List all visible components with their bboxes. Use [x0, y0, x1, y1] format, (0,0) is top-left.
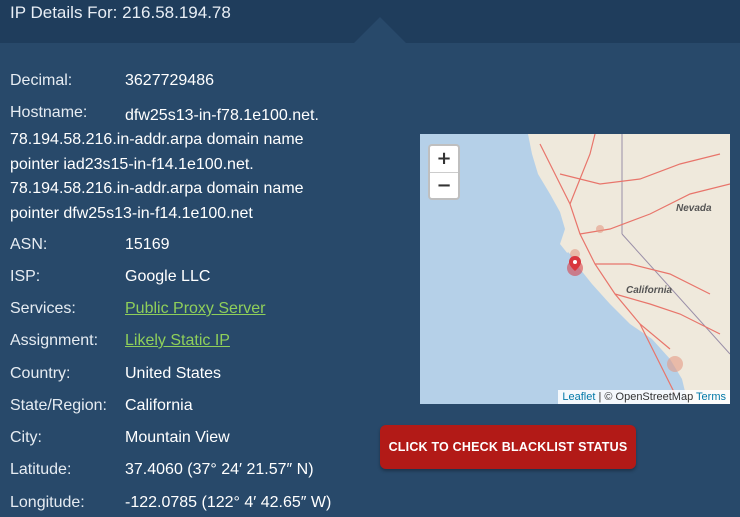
- decimal-value: 3627729486: [125, 72, 214, 89]
- zoom-in-button[interactable]: +: [430, 146, 458, 173]
- terms-link[interactable]: Terms: [696, 391, 726, 403]
- hostname-line: 78.194.58.216.in-addr.arpa domain name: [10, 131, 304, 149]
- page-header: IP Details For: 216.58.194.78: [0, 0, 740, 43]
- zoom-out-button[interactable]: −: [430, 173, 458, 199]
- assignment-label: Assignment:: [10, 332, 99, 349]
- location-map[interactable]: Nevada California + − Leaflet | © OpenSt…: [420, 134, 730, 404]
- check-blacklist-button[interactable]: CLICK TO CHECK BLACKLIST STATUS: [380, 425, 636, 469]
- state-label: State/Region:: [10, 397, 107, 414]
- map-attribution: Leaflet | © OpenStreetMap Terms: [558, 390, 730, 404]
- hostname-line: pointer dfw25s13-in-f14.1e100.net: [10, 204, 253, 222]
- hostname-line: dfw25s13-in-f78.1e100.net.: [125, 107, 319, 124]
- leaflet-link[interactable]: Leaflet: [562, 391, 595, 403]
- hostname-value: dfw25s13-in-f78.1e100.net. 78.194.58.216…: [10, 104, 380, 226]
- city-label: City:: [10, 429, 42, 446]
- state-value: California: [125, 397, 193, 414]
- services-label: Services:: [10, 300, 76, 317]
- longitude-label: Longitude:: [10, 494, 85, 511]
- header-notch: [354, 17, 406, 43]
- assignment-link[interactable]: Likely Static IP: [125, 332, 230, 350]
- country-label: Country:: [10, 365, 71, 382]
- map-label-california: California: [626, 285, 673, 296]
- asn-label: ASN:: [10, 236, 48, 253]
- decimal-label: Decimal:: [10, 72, 73, 89]
- isp-value: Google LLC: [125, 268, 211, 285]
- location-marker-icon[interactable]: [566, 256, 584, 280]
- map-label-nevada: Nevada: [676, 203, 712, 214]
- longitude-value: -122.0785 (122° 4′ 42.65″ W): [125, 494, 332, 511]
- services-link[interactable]: Public Proxy Server: [125, 300, 266, 318]
- hostname-line: pointer iad23s15-in-f14.1e100.net.: [10, 155, 254, 173]
- latitude-value: 37.4060 (37° 24′ 21.57″ N): [125, 461, 314, 478]
- country-value: United States: [125, 365, 222, 382]
- osm-attribution: | © OpenStreetMap: [598, 391, 694, 403]
- asn-value: 15169: [125, 236, 170, 253]
- isp-label: ISP:: [10, 268, 41, 285]
- zoom-control: + −: [428, 144, 460, 200]
- hostname-line: 78.194.58.216.in-addr.arpa domain name: [10, 180, 304, 198]
- page-title: IP Details For: 216.58.194.78: [10, 3, 231, 22]
- city-value: Mountain View: [125, 429, 230, 446]
- latitude-label: Latitude:: [10, 461, 72, 478]
